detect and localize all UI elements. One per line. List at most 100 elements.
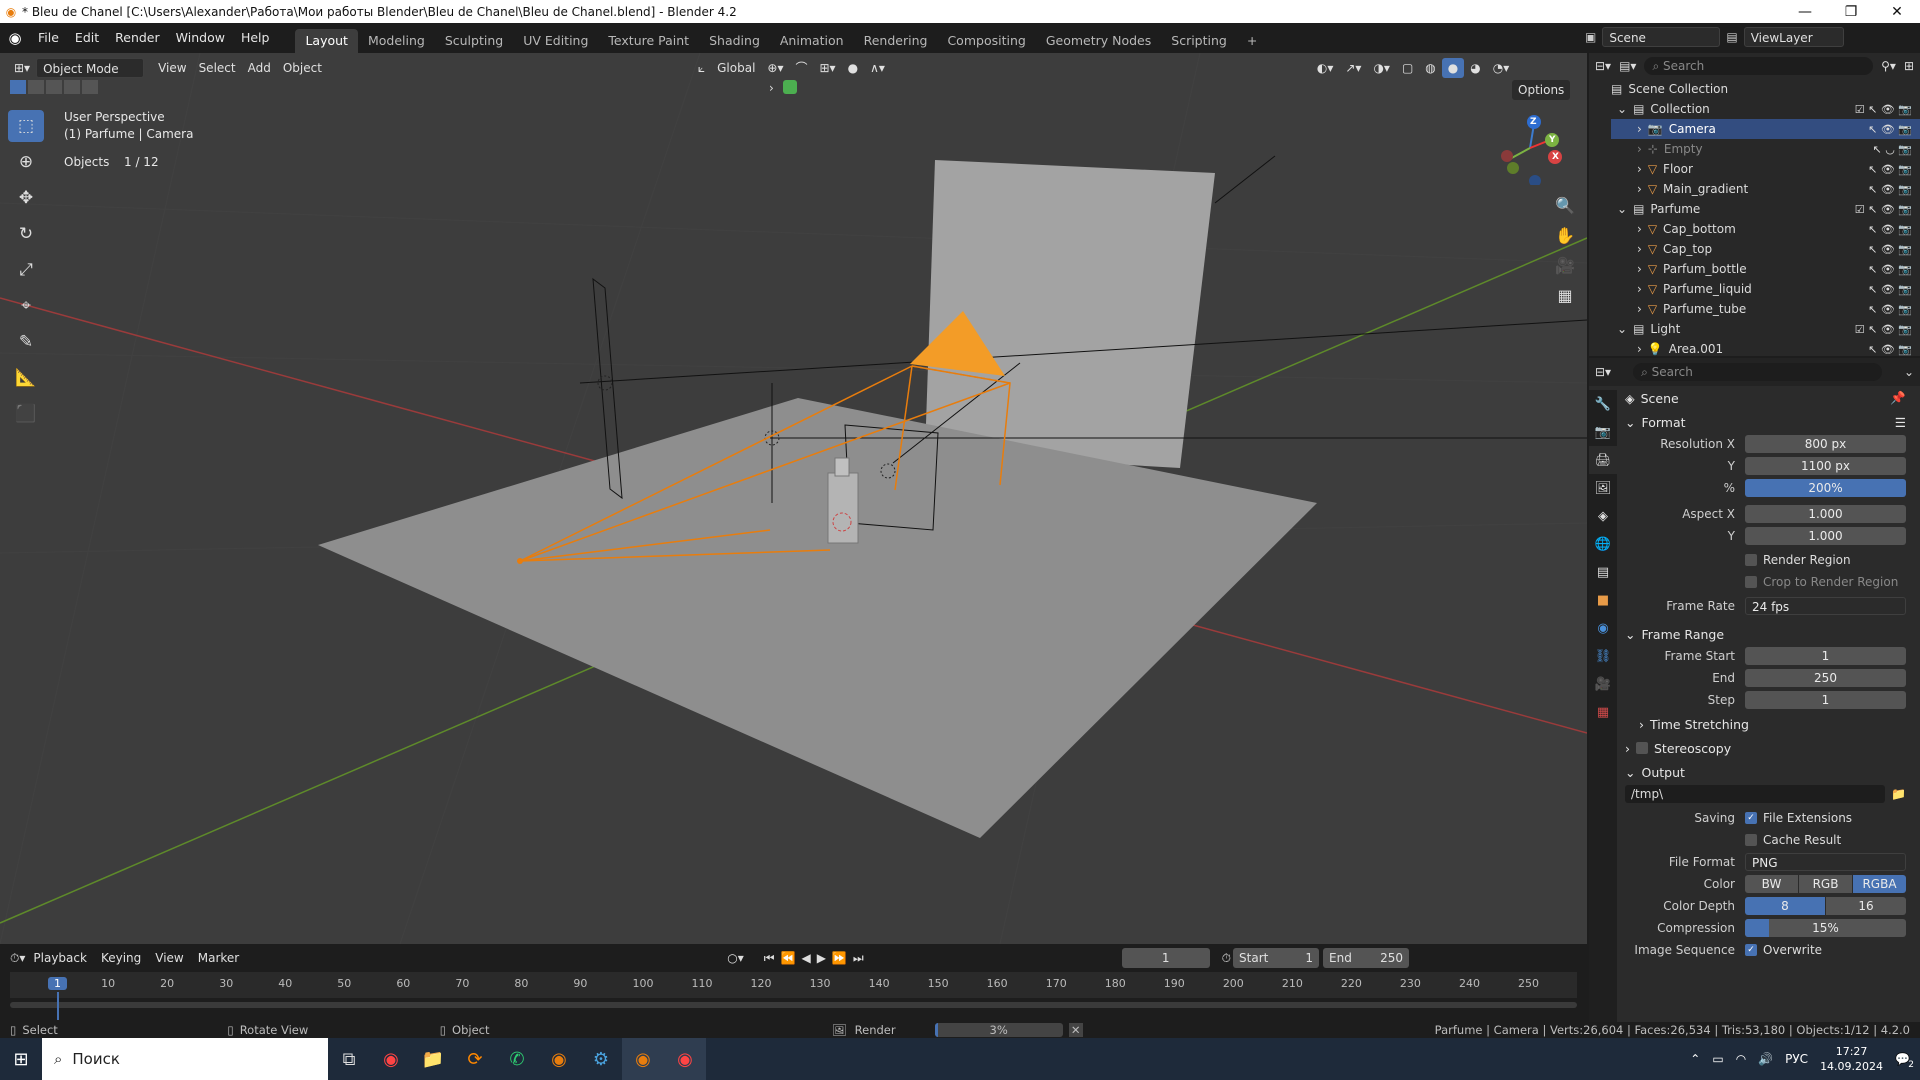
- app-icon[interactable]: ⟳: [454, 1038, 496, 1080]
- outliner-collection[interactable]: ⌄ ▤ Parfume ☑ ↖ 👁 📷: [1611, 199, 1920, 219]
- expand-icon[interactable]: ⌄: [1617, 322, 1627, 336]
- add-workspace-icon[interactable]: +: [1237, 29, 1267, 53]
- color-depth-8-button[interactable]: 8: [1745, 897, 1825, 915]
- tool-tab-icon[interactable]: 🔧: [1589, 390, 1617, 418]
- marker-menu[interactable]: Marker: [192, 948, 245, 968]
- outliner-item-main-gradient[interactable]: › ▽ Main_gradient ↖ 👁 📷: [1611, 179, 1920, 199]
- falloff-icon[interactable]: ∧▾: [864, 58, 891, 78]
- snap-icon[interactable]: ⌒: [789, 58, 813, 78]
- frame-end-field[interactable]: 250: [1745, 669, 1906, 687]
- scene-selector[interactable]: Scene: [1602, 27, 1721, 47]
- physics-tab-icon[interactable]: ◉: [1589, 614, 1617, 642]
- chevron-down-icon[interactable]: ⌄: [1904, 365, 1914, 379]
- constraints-tab-icon[interactable]: ⛓: [1589, 642, 1617, 670]
- solid-shading-icon[interactable]: ●: [1441, 57, 1465, 78]
- new-collection-icon[interactable]: ⊞: [1904, 59, 1914, 73]
- select-subtract-icon[interactable]: [46, 80, 62, 94]
- select-box-icon[interactable]: ⬚: [8, 110, 44, 142]
- tab-layout[interactable]: Layout: [295, 29, 358, 53]
- render-region-checkbox[interactable]: [1745, 554, 1757, 566]
- clock-icon[interactable]: ⏱: [1222, 951, 1231, 966]
- world-tab-icon[interactable]: 🌐: [1589, 530, 1617, 558]
- frame-start-field[interactable]: 1: [1745, 647, 1906, 665]
- record-icon[interactable]: ○▾: [727, 951, 744, 965]
- playback-menu[interactable]: Playback: [27, 948, 93, 968]
- color-bw-button[interactable]: BW: [1745, 875, 1798, 893]
- properties-search-input[interactable]: ⌕ Search: [1633, 363, 1882, 381]
- properties-editor-icon[interactable]: ⊟▾: [1595, 365, 1611, 379]
- options-dropdown[interactable]: Options: [1512, 80, 1571, 100]
- outliner-item-cap-top[interactable]: › ▽ Cap_top ↖ 👁 📷: [1611, 239, 1920, 259]
- overwrite-checkbox[interactable]: ✓: [1745, 944, 1757, 956]
- select-invert-icon[interactable]: [64, 80, 80, 94]
- rotate-icon[interactable]: ↻: [8, 218, 44, 250]
- visibility-icon[interactable]: ◐▾: [1311, 58, 1340, 78]
- object-tab-icon[interactable]: ■: [1589, 586, 1617, 614]
- scale-icon[interactable]: ⤢: [8, 254, 44, 286]
- row-visibility-icons[interactable]: ↖ 👁 📷: [1868, 183, 1912, 196]
- tray-chevron-icon[interactable]: ⌃: [1690, 1052, 1700, 1066]
- start-frame-field[interactable]: Start 1: [1233, 948, 1320, 968]
- transform-orientation-dropdown[interactable]: Global: [711, 58, 761, 78]
- playback-controls-icon[interactable]: ⏮⏪◀▶⏩⏭: [764, 951, 870, 966]
- language-indicator[interactable]: РУС: [1785, 1052, 1808, 1066]
- expand-icon[interactable]: ›: [1637, 162, 1642, 176]
- tab-shading[interactable]: Shading: [699, 29, 770, 53]
- menu-edit[interactable]: Edit: [67, 27, 107, 49]
- frame-ruler[interactable]: 1 10 20 30 40 50 60 70 80 90 100 110 120 130 140 150 160…: [10, 972, 1577, 1020]
- maximize-button[interactable]: ❐: [1828, 4, 1874, 20]
- outliner-collection[interactable]: ⌄ ▤ Light ☑ ↖ 👁 📷: [1611, 319, 1920, 339]
- format-section-header[interactable]: ⌄ Format ☰: [1625, 410, 1906, 434]
- row-visibility-icons[interactable]: ☑ ↖ 👁 📷: [1855, 203, 1912, 216]
- row-visibility-icons[interactable]: ↖ ◡ 📷: [1872, 143, 1912, 156]
- compression-slider[interactable]: 15%: [1745, 919, 1906, 937]
- outliner-item-parfume-tube[interactable]: › ▽ Parfume_tube ↖ 👁 📷: [1611, 299, 1920, 319]
- row-visibility-icons[interactable]: ↖ 👁 📷: [1868, 223, 1912, 236]
- pivot-icon[interactable]: ⊕▾: [761, 58, 789, 78]
- menu-render[interactable]: Render: [107, 27, 168, 49]
- menu-help[interactable]: Help: [233, 27, 278, 49]
- outliner-item-camera[interactable]: › 📷 Camera ↖ 👁 📷: [1611, 119, 1920, 139]
- expand-icon[interactable]: ›: [1637, 182, 1642, 196]
- snap-target-icon[interactable]: ⊞▾: [814, 58, 842, 78]
- timeline-editor-icon[interactable]: ⏱▾: [10, 951, 25, 966]
- tab-rendering[interactable]: Rendering: [854, 29, 938, 53]
- chrome-icon[interactable]: ◉: [370, 1038, 412, 1080]
- row-visibility-icons[interactable]: ↖ 👁 📷: [1868, 243, 1912, 256]
- blender-icon[interactable]: ◉: [538, 1038, 580, 1080]
- menu-file[interactable]: File: [30, 27, 67, 49]
- cancel-render-icon[interactable]: ✕: [1068, 1023, 1083, 1037]
- xray-icon[interactable]: ▢: [1396, 58, 1419, 78]
- outliner-item-cap-bottom[interactable]: › ▽ Cap_bottom ↖ 👁 📷: [1611, 219, 1920, 239]
- folder-icon[interactable]: 📁: [1891, 787, 1906, 801]
- scene-tab-icon[interactable]: ◈: [1589, 502, 1617, 530]
- view-layer-tab-icon[interactable]: 🖼: [1589, 474, 1617, 502]
- presets-icon[interactable]: ☰: [1895, 415, 1906, 430]
- mode-selector[interactable]: Object Mode: [36, 57, 145, 78]
- row-visibility-icons[interactable]: ↖ 👁 📷: [1868, 303, 1912, 316]
- aspect-x-field[interactable]: 1.000: [1745, 505, 1906, 523]
- tab-scripting[interactable]: Scripting: [1161, 29, 1237, 53]
- outliner-item-floor[interactable]: › ▽ Floor ↖ 👁 📷: [1611, 159, 1920, 179]
- row-visibility-icons[interactable]: ↖ 👁 📷: [1868, 263, 1912, 276]
- outliner-item-parfume-liquid[interactable]: › ▽ Parfume_liquid ↖ 👁 📷: [1611, 279, 1920, 299]
- cache-result-checkbox[interactable]: [1745, 834, 1757, 846]
- row-visibility-icons[interactable]: ☑ ↖ 👁 📷: [1855, 323, 1912, 336]
- outliner-item-parfum-bottle[interactable]: › ▽ Parfum_bottle ↖ 👁 📷: [1611, 259, 1920, 279]
- wireframe-shading-icon[interactable]: ◍: [1419, 58, 1441, 78]
- editor-type-icon[interactable]: ⊞▾: [8, 58, 36, 78]
- tab-modeling[interactable]: Modeling: [358, 29, 435, 53]
- rendered-shading-icon[interactable]: ◔▾: [1487, 58, 1516, 78]
- row-visibility-icons[interactable]: ↖ 👁 📷: [1868, 283, 1912, 296]
- collapse-arrow-icon[interactable]: ›: [769, 81, 774, 95]
- overlay-icon[interactable]: ◑▾: [1367, 58, 1396, 78]
- select-new-icon[interactable]: [10, 80, 26, 94]
- expand-icon[interactable]: ⌄: [1617, 202, 1627, 216]
- row-visibility-icons[interactable]: ↖ 👁 📷: [1868, 163, 1912, 176]
- app-icon[interactable]: ⚙: [580, 1038, 622, 1080]
- pin-icon[interactable]: 📌: [1890, 390, 1906, 406]
- move-icon[interactable]: ✥: [8, 182, 44, 214]
- data-tab-icon[interactable]: 🎥: [1589, 670, 1617, 698]
- cursor-icon[interactable]: ⊕: [8, 146, 44, 178]
- end-frame-field[interactable]: End 250: [1323, 948, 1410, 968]
